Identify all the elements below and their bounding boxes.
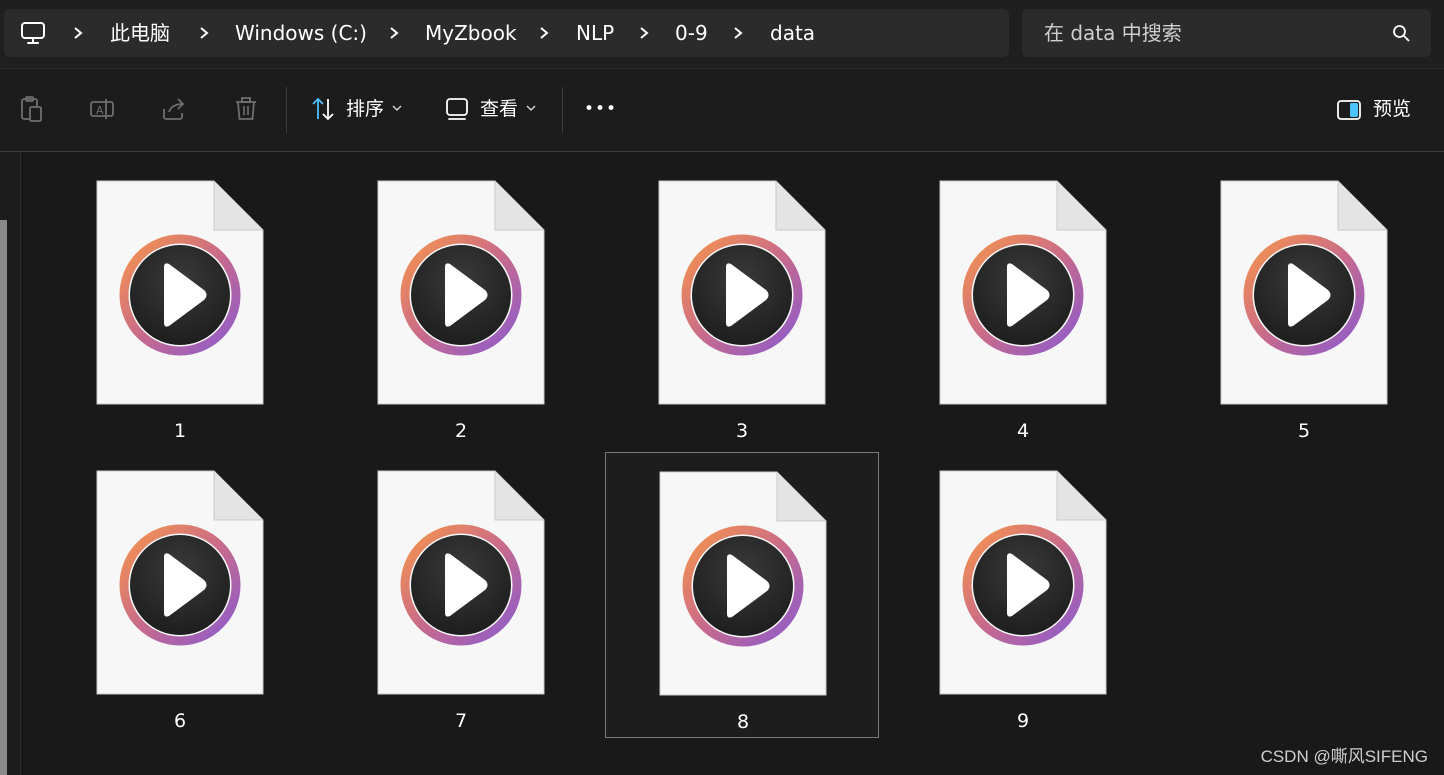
view-label: 查看 bbox=[480, 98, 519, 120]
file-name: 7 bbox=[454, 710, 468, 732]
navigation-scrollbar[interactable] bbox=[0, 220, 7, 775]
preview-pane-icon bbox=[1337, 100, 1361, 120]
video-file-icon bbox=[939, 180, 1107, 405]
chevron-right-icon[interactable] bbox=[638, 26, 650, 40]
video-file-icon bbox=[659, 471, 827, 696]
breadcrumb-windows-c[interactable]: Windows (C:) bbox=[235, 9, 367, 57]
delete-icon[interactable] bbox=[232, 95, 260, 123]
video-file-icon bbox=[939, 470, 1107, 695]
command-bar: A 排序 查看 ••• 预览 bbox=[0, 69, 1444, 152]
navigation-pane-edge bbox=[0, 152, 21, 775]
file-item-5[interactable]: 5 bbox=[1167, 162, 1441, 448]
chevron-right-icon[interactable] bbox=[72, 26, 84, 40]
file-item-1[interactable]: 1 bbox=[43, 162, 317, 448]
breadcrumb-myzbook[interactable]: MyZbook bbox=[425, 9, 517, 57]
video-file-icon bbox=[96, 470, 264, 695]
file-name: 1 bbox=[173, 420, 187, 442]
search-placeholder: 在 data 中搜索 bbox=[1044, 21, 1182, 45]
chevron-right-icon[interactable] bbox=[198, 26, 210, 40]
file-name: 8 bbox=[736, 711, 750, 733]
breadcrumb-this-pc[interactable]: 此电脑 bbox=[110, 9, 170, 57]
file-item-9[interactable]: 9 bbox=[886, 452, 1160, 738]
svg-text:A: A bbox=[96, 104, 104, 117]
file-item-4[interactable]: 4 bbox=[886, 162, 1160, 448]
chevron-right-icon[interactable] bbox=[732, 26, 744, 40]
chevron-down-icon bbox=[526, 105, 536, 112]
file-item-2[interactable]: 2 bbox=[324, 162, 598, 448]
video-file-icon bbox=[377, 470, 545, 695]
toolbar-divider bbox=[562, 87, 563, 133]
chevron-down-icon bbox=[392, 105, 402, 112]
toolbar-divider bbox=[286, 87, 287, 133]
file-explorer-window: 此电脑 Windows (C:) MyZbook NLP 0-9 data 在 … bbox=[0, 0, 1444, 775]
this-pc-icon[interactable] bbox=[20, 21, 46, 45]
watermark: CSDN @嘶风SIFENG bbox=[1260, 747, 1428, 766]
sort-icon bbox=[312, 97, 334, 121]
address-row: 此电脑 Windows (C:) MyZbook NLP 0-9 data 在 … bbox=[0, 0, 1444, 68]
view-button[interactable]: 查看 bbox=[440, 89, 546, 131]
rename-icon[interactable]: A bbox=[88, 95, 116, 123]
search-input[interactable]: 在 data 中搜索 bbox=[1022, 9, 1431, 57]
sort-label: 排序 bbox=[346, 98, 385, 120]
file-item-8[interactable]: 8 bbox=[605, 452, 879, 738]
file-name: 3 bbox=[735, 420, 749, 442]
video-file-icon bbox=[658, 180, 826, 405]
file-grid: 1 2 3 4 5 6 7 8 9 CSDN @嘶风SIFENG bbox=[0, 152, 1444, 775]
file-name: 6 bbox=[173, 710, 187, 732]
file-item-3[interactable]: 3 bbox=[605, 162, 879, 448]
breadcrumb-data[interactable]: data bbox=[770, 9, 815, 57]
file-name: 4 bbox=[1016, 420, 1030, 442]
chevron-right-icon[interactable] bbox=[538, 26, 550, 40]
video-file-icon bbox=[1220, 180, 1388, 405]
search-icon[interactable] bbox=[1392, 24, 1410, 42]
file-name: 2 bbox=[454, 420, 468, 442]
video-file-icon bbox=[96, 180, 264, 405]
share-icon[interactable] bbox=[160, 95, 188, 123]
paste-icon[interactable] bbox=[17, 95, 45, 123]
chevron-right-icon[interactable] bbox=[388, 26, 400, 40]
file-name: 5 bbox=[1297, 420, 1311, 442]
view-icon bbox=[446, 98, 468, 120]
file-name: 9 bbox=[1016, 710, 1030, 732]
file-item-7[interactable]: 7 bbox=[324, 452, 598, 738]
breadcrumb-0-9[interactable]: 0-9 bbox=[675, 9, 708, 57]
preview-pane-button[interactable]: 预览 bbox=[1330, 89, 1430, 131]
preview-label: 预览 bbox=[1373, 98, 1412, 120]
breadcrumb-nlp[interactable]: NLP bbox=[576, 9, 614, 57]
sort-button[interactable]: 排序 bbox=[304, 89, 410, 131]
address-bar[interactable]: 此电脑 Windows (C:) MyZbook NLP 0-9 data bbox=[4, 9, 1009, 57]
file-item-6[interactable]: 6 bbox=[43, 452, 317, 738]
more-options-button[interactable]: ••• bbox=[584, 95, 617, 123]
video-file-icon bbox=[377, 180, 545, 405]
